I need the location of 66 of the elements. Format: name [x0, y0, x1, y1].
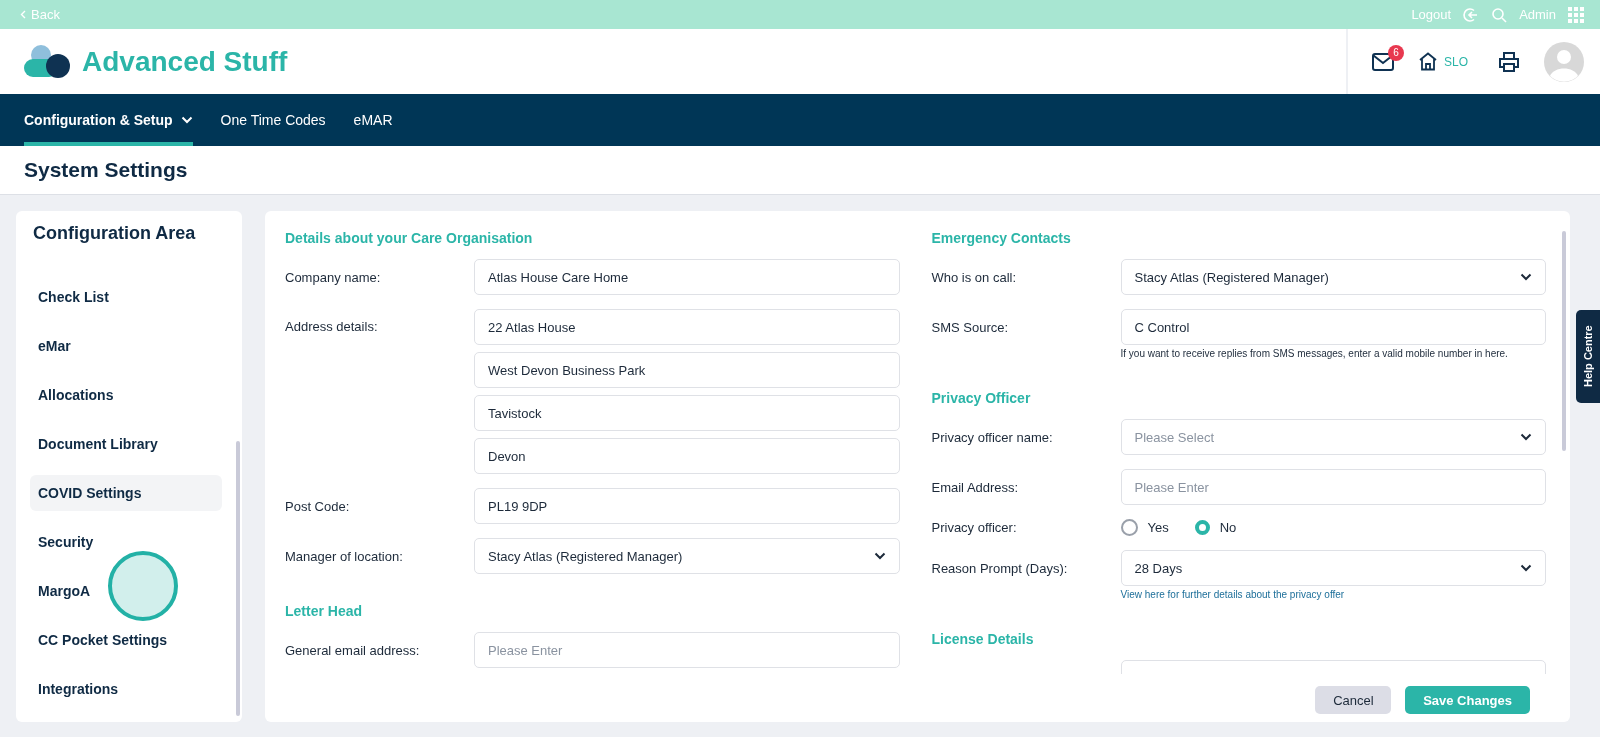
input-field[interactable]: Tavistock: [474, 395, 900, 431]
field-label: Email Address:: [931, 479, 1019, 495]
sidebar-item[interactable]: Check List: [30, 279, 222, 315]
input-field[interactable]: Please Enter: [474, 632, 900, 668]
radio-label: No: [1219, 520, 1237, 535]
nav-tab[interactable]: eMAR: [353, 94, 393, 146]
chevron-down-icon: [873, 552, 886, 560]
sidebar-item[interactable]: Security: [30, 524, 222, 560]
apps-grid-icon[interactable]: [1568, 6, 1584, 23]
sidebar-item[interactable]: Allocations: [30, 377, 222, 413]
radio-label: Yes: [1147, 520, 1169, 535]
input-field[interactable]: Devon: [474, 438, 900, 474]
section-heading: Details about your Care Organisation: [285, 229, 534, 247]
printer-icon[interactable]: [1498, 50, 1520, 73]
select-field[interactable]: Stacy Atlas (Registered Manager): [474, 538, 900, 574]
help-text: If you want to receive replies from SMS messages, enter a valid mobile number in here.: [1120, 348, 1508, 359]
sidebar-item[interactable]: MargoA: [30, 573, 222, 609]
cancel-button[interactable]: Cancel: [1315, 686, 1392, 714]
chevron-down-icon: [1520, 564, 1532, 572]
details-link[interactable]: View here for further details about the privacy offer: [1120, 589, 1345, 600]
field-label: SMS Source:: [931, 319, 1009, 335]
input-field[interactable]: 22 Atlas House: [474, 309, 900, 345]
input-field[interactable]: Atlas House Care Home: [474, 259, 900, 295]
input-field[interactable]: Please Enter: [1120, 469, 1546, 505]
avatar[interactable]: [1544, 41, 1584, 82]
scrollbar[interactable]: [1562, 231, 1566, 451]
logout-icon[interactable]: [1463, 6, 1480, 23]
mail-icon[interactable]: [1372, 52, 1394, 71]
page-title: System Settings: [24, 158, 188, 182]
input-field[interactable]: West Devon Business Park: [474, 352, 900, 388]
field-label: General email address:: [285, 642, 420, 658]
field-label: Manager of location:: [285, 548, 403, 564]
logo-icon: [24, 44, 70, 79]
select-field[interactable]: Stacy Atlas (Registered Manager): [1120, 259, 1546, 295]
nav-tab[interactable]: One Time Codes: [220, 94, 326, 146]
section-heading: Letter Head: [285, 602, 364, 620]
section-heading: Emergency Contacts: [931, 229, 1072, 247]
sidebar-item[interactable]: CC Pocket Settings: [30, 622, 222, 658]
radio-button[interactable]: [1194, 520, 1210, 535]
radio-button[interactable]: [1120, 519, 1138, 536]
field-label: Address details:: [285, 319, 378, 334]
field-label: Company name:: [285, 269, 381, 285]
field-label: Privacy officer:: [931, 520, 1017, 535]
scrollbar[interactable]: [236, 441, 240, 716]
brand-name: Advanced Stuff: [82, 45, 288, 78]
sidebar-item[interactable]: Integrations: [30, 671, 222, 707]
field-label: Reason Prompt (Days):: [931, 560, 1068, 576]
section-heading: License Details: [931, 630, 1035, 648]
chevron-down-icon: [1520, 273, 1532, 281]
section-heading: Privacy Officer: [931, 389, 1032, 407]
sidebar-item[interactable]: eMar: [30, 328, 222, 364]
input-field[interactable]: PL19 9DP: [474, 488, 900, 524]
sidebar-title: Configuration Area: [32, 222, 197, 244]
field-label: Privacy officer name:: [931, 429, 1053, 445]
input-field[interactable]: C Control: [1120, 309, 1546, 345]
chevron-down-icon: [1520, 433, 1532, 441]
notification-badge: 6: [1388, 44, 1404, 61]
sidebar-item[interactable]: Document Library: [30, 426, 222, 462]
sidebar-item[interactable]: COVID Settings: [30, 475, 222, 511]
home-icon: [1418, 52, 1438, 71]
field-label: Who is on call:: [931, 269, 1017, 285]
select-field[interactable]: 28 Days: [1120, 550, 1546, 586]
field-label: Post Code:: [285, 498, 350, 514]
help-centre-tab[interactable]: Help Centre: [1576, 310, 1600, 403]
chevron-left-icon: [20, 10, 26, 19]
search-icon[interactable]: [1491, 6, 1508, 23]
